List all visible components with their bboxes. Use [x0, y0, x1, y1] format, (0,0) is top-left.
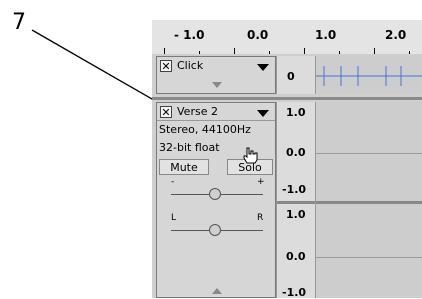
scale-label: 0 — [287, 70, 295, 83]
gain-slider-knob[interactable] — [209, 188, 221, 200]
verse-vertical-scale: 1.0 0.0 -1.0 1.0 0.0 -1.0 — [276, 102, 316, 299]
click-ticks — [316, 66, 422, 86]
close-icon[interactable]: ✕ — [160, 60, 172, 73]
mute-button[interactable]: Mute — [159, 159, 209, 175]
channel-divider — [316, 201, 422, 204]
track-separator — [152, 97, 422, 100]
scale-label: 1.0 — [286, 208, 306, 221]
track-area: ✕ Click 0 ✕ Verse 2 Stereo, 44100Hz 32-b… — [152, 54, 422, 299]
collapse-arrow-icon[interactable] — [212, 288, 222, 294]
track-format-info: Stereo, 44100Hz — [159, 123, 251, 136]
timeline-ruler[interactable]: - 1.0 0.0 1.0 2.0 — [152, 20, 422, 55]
pan-right: R — [257, 213, 264, 223]
track-name-click[interactable]: Click — [177, 59, 203, 72]
scale-label: 0.0 — [286, 146, 306, 159]
scale-label: -1.0 — [282, 183, 307, 196]
click-track-waveform[interactable] — [316, 56, 422, 94]
track-bitdepth-info: 32-bit float — [159, 141, 220, 154]
click-vertical-scale: 0 — [276, 56, 316, 94]
verse-track-waveform[interactable] — [316, 102, 422, 298]
scale-label: -1.0 — [282, 286, 307, 299]
dropdown-arrow-icon[interactable] — [257, 64, 269, 71]
scale-label: 1.0 — [286, 106, 306, 119]
pan-slider-knob[interactable] — [209, 224, 221, 236]
ruler-label: - 1.0 — [174, 28, 205, 42]
pan-left: L — [171, 213, 177, 223]
click-track-panel[interactable]: ✕ Click — [156, 56, 276, 94]
gain-plus: + — [257, 177, 265, 187]
dropdown-arrow-icon[interactable] — [257, 110, 269, 117]
collapse-arrow-icon[interactable] — [212, 82, 222, 88]
channel-divider — [277, 201, 315, 204]
ruler-label: 2.0 — [385, 28, 407, 42]
gain-minus: - — [171, 177, 175, 187]
ruler-label: 0.0 — [247, 28, 269, 42]
scale-label: 0.0 — [286, 250, 306, 263]
zero-line — [316, 153, 422, 154]
verse-track-panel[interactable]: ✕ Verse 2 Stereo, 44100Hz 32-bit float M… — [156, 102, 276, 298]
close-icon[interactable]: ✕ — [160, 106, 172, 119]
hand-cursor-icon — [243, 147, 258, 164]
divider — [157, 120, 275, 121]
zero-line — [316, 257, 422, 258]
track-name-verse[interactable]: Verse 2 — [177, 105, 218, 118]
ruler-label: 1.0 — [315, 28, 337, 42]
